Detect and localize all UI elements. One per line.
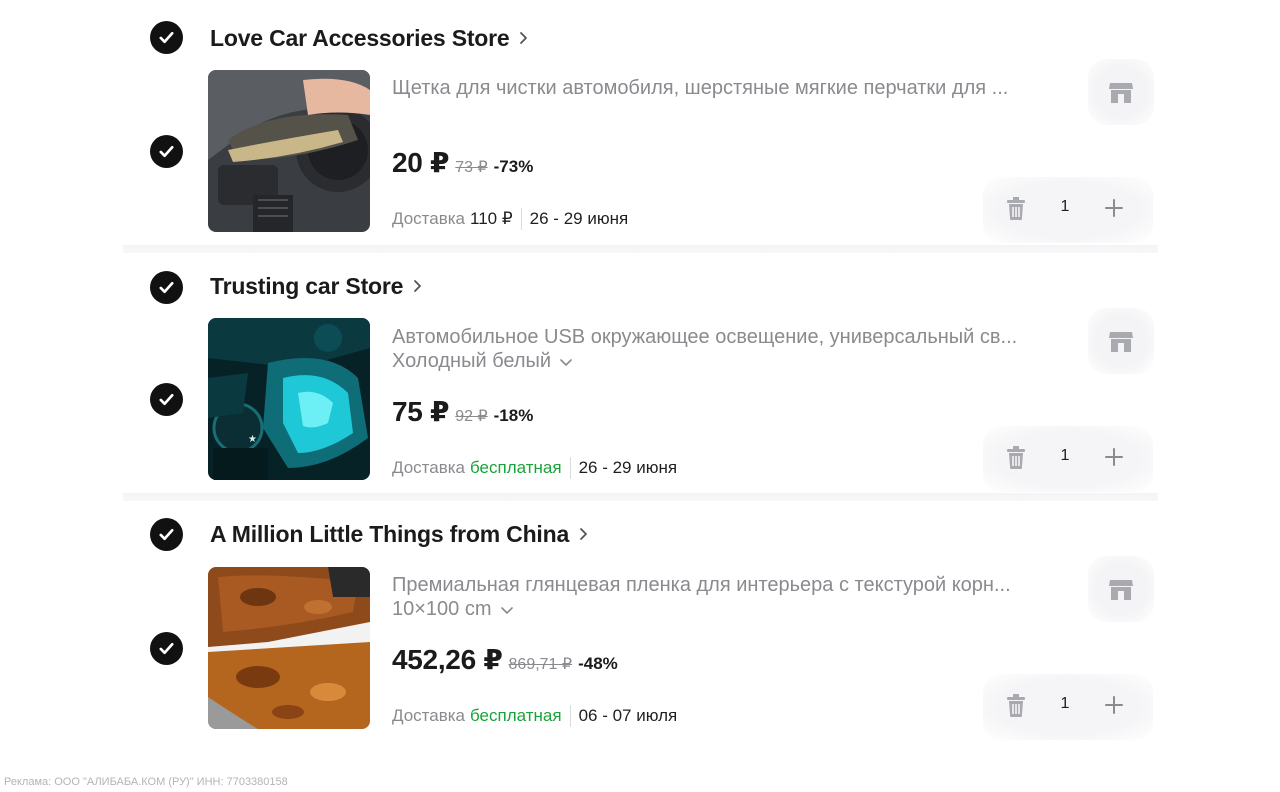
checkmark-icon: [159, 528, 174, 541]
checkmark-icon: [159, 281, 174, 294]
cart-list: Love Car Accessories Store Щетка для чис…: [123, 0, 1158, 745]
store-group-2: Trusting car Store ★ Автомобильное USB о…: [123, 253, 1158, 501]
trash-icon[interactable]: [1005, 694, 1027, 718]
product-image[interactable]: ★: [208, 318, 370, 480]
delivery-cost: бесплатная: [470, 458, 562, 477]
checkmark-icon: [159, 31, 174, 44]
old-price: 869,71 ₽: [508, 656, 573, 673]
quantity-stepper: 1: [983, 674, 1153, 740]
store-button[interactable]: [1088, 308, 1154, 374]
store-icon: [1109, 332, 1133, 352]
discount-badge: -48%: [578, 654, 618, 673]
delivery-divider: [520, 208, 522, 230]
delivery-cost: бесплатная: [470, 706, 562, 725]
store-divider: [123, 245, 1158, 253]
delivery-info: Доставка бесплатная 26 - 29 июня: [392, 457, 677, 479]
svg-text:★: ★: [248, 434, 257, 445]
store-name: Love Car Accessories Store: [210, 24, 510, 51]
old-price: 73 ₽: [455, 159, 488, 176]
delivery-divider: [569, 705, 571, 727]
variant-label: Холодный белый: [392, 350, 552, 372]
chevron-down-icon: [560, 358, 572, 366]
store-button[interactable]: [1088, 556, 1154, 622]
quantity-value[interactable]: 1: [1057, 447, 1073, 465]
store-link[interactable]: Trusting car Store: [210, 270, 425, 302]
delivery-info: Доставка 110 ₽ 26 - 29 июня: [392, 208, 628, 230]
delivery-cost: 110 ₽: [470, 209, 513, 228]
product-title[interactable]: Автомобильное USB окружающее освещение, …: [392, 326, 1072, 349]
plus-icon[interactable]: [1104, 447, 1124, 467]
plus-icon[interactable]: [1104, 198, 1124, 218]
store-divider: [123, 493, 1158, 501]
checkmark-icon: [159, 642, 174, 655]
quantity-value[interactable]: 1: [1057, 695, 1073, 713]
store-icon: [1109, 83, 1133, 103]
price-block: 20 ₽ 73 ₽ -73%: [392, 146, 533, 179]
checkmark-icon: [159, 145, 174, 158]
quantity-stepper: 1: [983, 426, 1153, 492]
store-button[interactable]: [1088, 59, 1154, 125]
current-price: 20 ₽: [392, 147, 450, 178]
delivery-dates: 26 - 29 июня: [578, 458, 678, 477]
variant-selector[interactable]: Холодный белый: [392, 350, 573, 373]
item-select-checkbox[interactable]: [150, 383, 183, 416]
discount-badge: -18%: [493, 406, 534, 425]
discount-badge: -73%: [493, 157, 534, 176]
variant-label: 10×100 cm: [392, 598, 492, 620]
variant-selector[interactable]: 10×100 cm: [392, 598, 514, 621]
store-select-checkbox[interactable]: [150, 21, 183, 54]
store-link[interactable]: Love Car Accessories Store: [210, 22, 531, 54]
delivery-divider: [569, 457, 571, 479]
store-group-1: Love Car Accessories Store Щетка для чис…: [123, 0, 1158, 248]
ad-disclaimer: Реклама: ООО "АЛИБАБА.КОМ (РУ)" ИНН: 770…: [4, 776, 288, 788]
store-icon: [1109, 580, 1133, 600]
price-block: 75 ₽ 92 ₽ -18%: [392, 395, 533, 428]
current-price: 75 ₽: [392, 396, 450, 427]
trash-icon[interactable]: [1005, 197, 1027, 221]
store-select-checkbox[interactable]: [150, 271, 183, 304]
quantity-value[interactable]: 1: [1057, 198, 1073, 216]
store-link[interactable]: A Million Little Things from China: [210, 518, 591, 550]
chevron-right-icon: [515, 30, 531, 46]
delivery-info: Доставка бесплатная 06 - 07 июля: [392, 705, 677, 727]
product-title[interactable]: Щетка для чистки автомобиля, шерстяные м…: [392, 77, 1072, 100]
delivery-dates: 06 - 07 июля: [578, 706, 678, 725]
store-name: A Million Little Things from China: [210, 520, 570, 547]
item-select-checkbox[interactable]: [150, 135, 183, 168]
checkmark-icon: [159, 393, 174, 406]
item-select-checkbox[interactable]: [150, 632, 183, 665]
product-image[interactable]: [208, 70, 370, 232]
quantity-stepper: 1: [983, 177, 1153, 243]
delivery-dates: 26 - 29 июня: [529, 209, 629, 228]
delivery-label: Доставка: [392, 209, 466, 228]
product-image[interactable]: [208, 567, 370, 729]
plus-icon[interactable]: [1104, 695, 1124, 715]
price-block: 452,26 ₽ 869,71 ₽ -48%: [392, 643, 618, 676]
delivery-label: Доставка: [392, 706, 466, 725]
delivery-label: Доставка: [392, 458, 466, 477]
current-price: 452,26 ₽: [392, 644, 503, 675]
store-select-checkbox[interactable]: [150, 518, 183, 551]
old-price: 92 ₽: [455, 408, 488, 425]
trash-icon[interactable]: [1005, 446, 1027, 470]
chevron-right-icon: [575, 526, 591, 542]
chevron-right-icon: [409, 278, 425, 294]
product-title[interactable]: Премиальная глянцевая пленка для интерье…: [392, 574, 1072, 597]
chevron-down-icon: [500, 606, 513, 614]
store-name: Trusting car Store: [210, 272, 404, 299]
store-group-3: A Million Little Things from China Преми…: [123, 501, 1158, 745]
